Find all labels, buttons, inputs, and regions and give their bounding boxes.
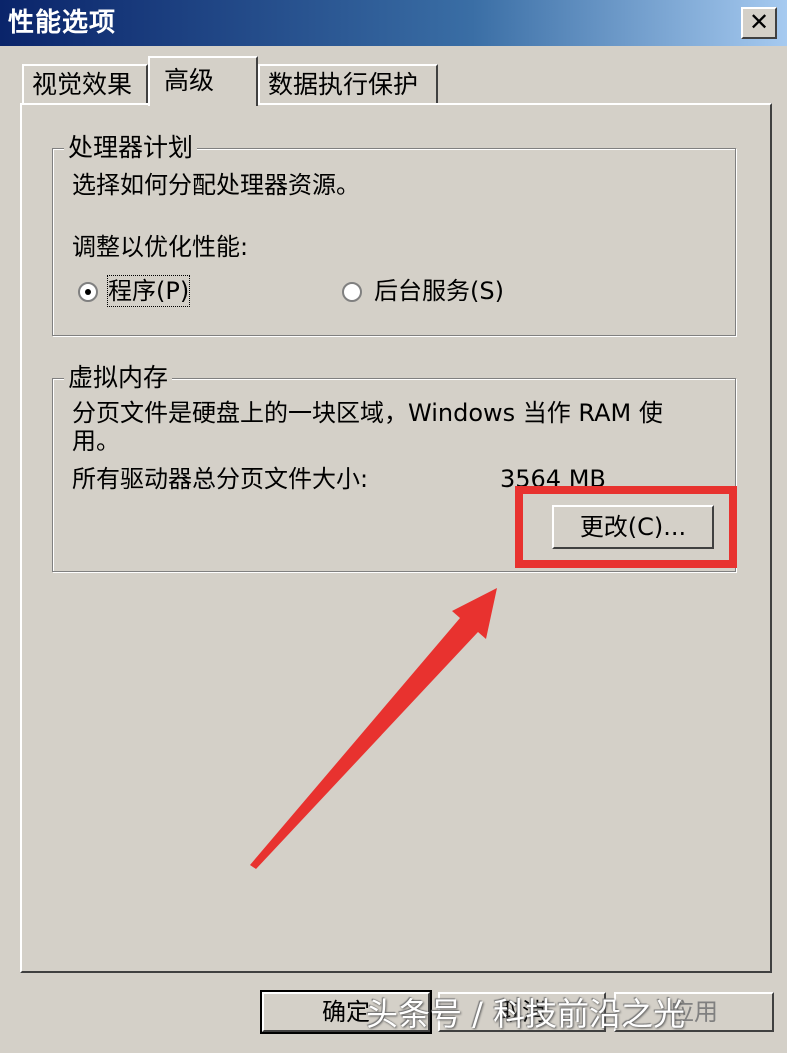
virtual-memory-legend: 虚拟内存 [64, 363, 173, 393]
tab-label: 视觉效果 [32, 70, 133, 99]
tab-advanced[interactable]: 高级 [148, 56, 258, 106]
processor-description: 选择如何分配处理器资源。 [72, 171, 360, 199]
tab-data-execution-prevention[interactable]: 数据执行保护 [258, 64, 438, 104]
close-icon: ✕ [748, 8, 770, 36]
virtual-memory-description-line1: 分页文件是硬盘上的一块区域，Windows 当作 RAM 使 [72, 399, 663, 427]
tab-label: 数据执行保护 [268, 70, 419, 99]
tab-visual-effects[interactable]: 视觉效果 [22, 64, 148, 104]
virtual-memory-description-line2: 用。 [72, 427, 120, 455]
adjust-performance-label: 调整以优化性能: [72, 233, 249, 261]
close-button[interactable]: ✕ [741, 7, 777, 39]
programs-radio[interactable] [78, 282, 98, 302]
radio-selected-dot [85, 289, 91, 295]
background-services-radio[interactable] [342, 282, 362, 302]
performance-options-window: 性能选项 ✕ 视觉效果 高级 数据执行保护 处理器计划 选择如何分配处理器资源。… [0, 0, 787, 1053]
red-highlight-box [515, 486, 737, 568]
background-services-radio-label[interactable]: 后台服务(S) [374, 276, 504, 306]
total-paging-file-label: 所有驱动器总分页文件大小: [72, 465, 369, 493]
processor-scheduling-legend: 处理器计划 [64, 133, 198, 163]
tab-label: 高级 [164, 66, 215, 95]
title-bar: 性能选项 ✕ [0, 0, 787, 46]
window-title: 性能选项 [8, 8, 117, 38]
watermark-text: 头条号 / 科技前沿之光 [366, 995, 686, 1033]
programs-radio-label[interactable]: 程序(P) [106, 275, 191, 307]
